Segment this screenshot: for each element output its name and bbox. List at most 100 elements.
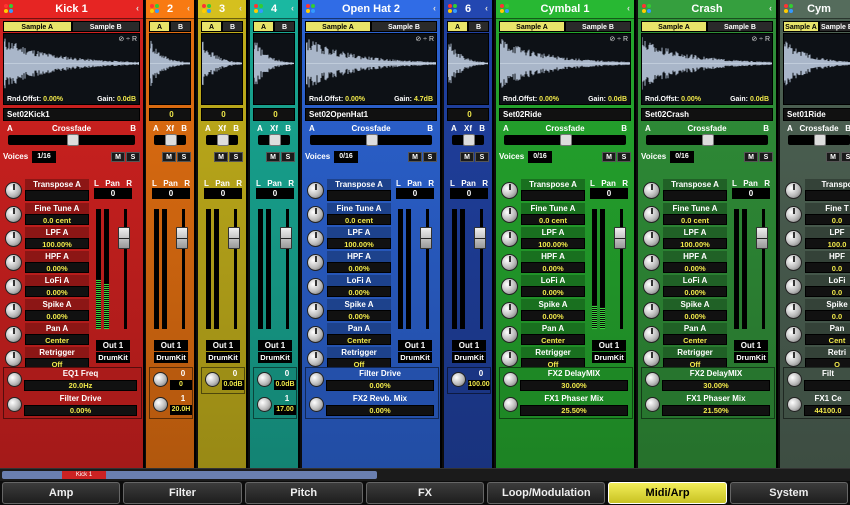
fx-value[interactable]: 17.00 — [274, 405, 296, 415]
kit-select[interactable]: DrumKit — [206, 352, 240, 363]
fx-knob[interactable] — [7, 397, 22, 412]
parameter-value[interactable]: 0.00% — [521, 286, 585, 297]
parameter-knob[interactable] — [5, 350, 22, 367]
channel-menu-arrow-icon[interactable]: ‹ — [627, 3, 630, 13]
mute-button[interactable]: M — [408, 151, 422, 162]
parameter-knob[interactable] — [501, 182, 518, 199]
parameter-knob[interactable] — [643, 302, 660, 319]
fx-knob[interactable] — [503, 372, 518, 387]
channel-color-dots-icon[interactable] — [254, 4, 264, 14]
parameter-knob[interactable] — [5, 302, 22, 319]
parameter-value[interactable]: Center — [25, 334, 89, 345]
parameter-knob[interactable] — [785, 350, 802, 367]
sample-a-button[interactable]: A — [253, 21, 274, 32]
volume-fader-thumb[interactable] — [420, 227, 432, 249]
parameter-knob[interactable] — [785, 254, 802, 271]
channel-header[interactable]: 2 ‹ — [146, 0, 194, 19]
parameter-knob[interactable] — [643, 206, 660, 223]
kit-select[interactable]: DrumKit — [258, 352, 292, 363]
fx-knob[interactable] — [309, 397, 324, 412]
solo-button[interactable]: S — [126, 151, 140, 162]
output-select[interactable]: Out 1 — [734, 340, 768, 351]
fx-value[interactable]: 0.00% — [326, 405, 434, 416]
fx-knob[interactable] — [645, 397, 660, 412]
waveform-display[interactable]: ⊘ ÷ R Rnd.Offst: 0.00% Gain: 0.0dB — [641, 33, 773, 105]
fx-value[interactable]: 21.50% — [662, 405, 770, 416]
parameter-knob[interactable] — [307, 230, 324, 247]
output-select[interactable]: Out 1 — [96, 340, 130, 351]
waveform-display[interactable] — [447, 33, 489, 105]
parameter-value[interactable] — [663, 190, 727, 201]
parameter-knob[interactable] — [643, 278, 660, 295]
channel-color-dots-icon[interactable] — [202, 4, 212, 14]
fx-value[interactable]: 0.0dB — [274, 380, 296, 390]
waveform-display[interactable]: ⊘ ÷ R Rnd.Offst: 0.00% Gain: 0.0dB — [3, 33, 140, 105]
solo-button[interactable]: S — [281, 151, 295, 162]
mute-button[interactable]: M — [460, 151, 474, 162]
mute-button[interactable]: M — [162, 151, 176, 162]
fx-value[interactable]: 44100.0 — [804, 405, 850, 416]
fx-knob[interactable] — [787, 397, 802, 412]
channel-color-dots-icon[interactable] — [448, 4, 458, 14]
parameter-value[interactable]: 0.0 cent — [663, 214, 727, 225]
tab-amp[interactable]: Amp — [2, 482, 121, 504]
parameter-value[interactable]: 0.00% — [327, 286, 391, 297]
channel-color-dots-icon[interactable] — [150, 4, 160, 14]
sample-a-button[interactable]: A — [149, 21, 170, 32]
solo-button[interactable]: S — [475, 151, 489, 162]
fx-value[interactable] — [804, 380, 850, 391]
crossfade-slider[interactable] — [258, 134, 290, 146]
mute-button[interactable]: M — [214, 151, 228, 162]
kit-select[interactable]: DrumKit — [96, 352, 130, 363]
sample-b-button[interactable]: Sample B — [71, 21, 140, 32]
parameter-value[interactable] — [805, 190, 850, 201]
parameter-knob[interactable] — [643, 230, 660, 247]
sample-controls[interactable]: ⊘ ÷ R — [609, 35, 628, 43]
parameter-knob[interactable] — [307, 254, 324, 271]
crossfade-thumb[interactable] — [165, 134, 177, 146]
sample-a-button[interactable]: A — [201, 21, 222, 32]
kit-select[interactable]: DrumKit — [398, 352, 432, 363]
pan-value[interactable]: 0 — [732, 188, 770, 199]
parameter-knob[interactable] — [785, 230, 802, 247]
parameter-value[interactable]: Center — [663, 334, 727, 345]
pan-value[interactable]: 0 — [256, 188, 294, 199]
channel-menu-arrow-icon[interactable]: ‹ — [136, 3, 139, 13]
parameter-value[interactable]: 0.00% — [327, 262, 391, 273]
mute-button[interactable]: M — [826, 151, 840, 162]
parameter-value[interactable]: 0.00% — [521, 262, 585, 273]
fx-value[interactable]: 30.00% — [662, 380, 770, 391]
parameter-knob[interactable] — [5, 254, 22, 271]
parameter-knob[interactable] — [307, 350, 324, 367]
channel-color-dots-icon[interactable] — [306, 4, 316, 14]
fx-value[interactable]: 20.0H — [170, 405, 192, 415]
parameter-value[interactable]: 0.00% — [663, 310, 727, 321]
crossfade-thumb[interactable] — [463, 134, 475, 146]
parameter-value[interactable]: 100.00% — [521, 238, 585, 249]
pan-value[interactable]: 0 — [204, 188, 242, 199]
channel-header[interactable]: Cymbal 1 ‹ — [496, 0, 634, 19]
pan-value[interactable]: 0 — [94, 188, 132, 199]
fx-knob[interactable] — [257, 397, 272, 412]
parameter-value[interactable]: 0.00% — [25, 286, 89, 297]
sample-a-button[interactable]: Sample A — [3, 21, 72, 32]
parameter-knob[interactable] — [643, 326, 660, 343]
parameter-value[interactable]: 100.00% — [663, 238, 727, 249]
channel-menu-arrow-icon[interactable]: ‹ — [187, 3, 190, 13]
sample-b-button[interactable]: Sample B — [565, 21, 631, 32]
fx-knob[interactable] — [257, 372, 272, 387]
waveform-display[interactable] — [783, 33, 850, 105]
parameter-knob[interactable] — [785, 206, 802, 223]
parameter-knob[interactable] — [501, 254, 518, 271]
volume-fader-thumb[interactable] — [756, 227, 768, 249]
solo-button[interactable]: S — [177, 151, 191, 162]
volume-fader-thumb[interactable] — [118, 227, 130, 249]
tab-filter[interactable]: Filter — [123, 482, 242, 504]
parameter-knob[interactable] — [501, 350, 518, 367]
parameter-value[interactable]: 0.0 — [805, 214, 850, 225]
channel-color-dots-icon[interactable] — [500, 4, 510, 14]
kit-select[interactable]: DrumKit — [734, 352, 768, 363]
channel-header[interactable]: 3 ‹ — [198, 0, 246, 19]
sample-controls[interactable]: ⊘ ÷ R — [118, 35, 137, 43]
parameter-value[interactable]: 0.0 — [805, 262, 850, 273]
